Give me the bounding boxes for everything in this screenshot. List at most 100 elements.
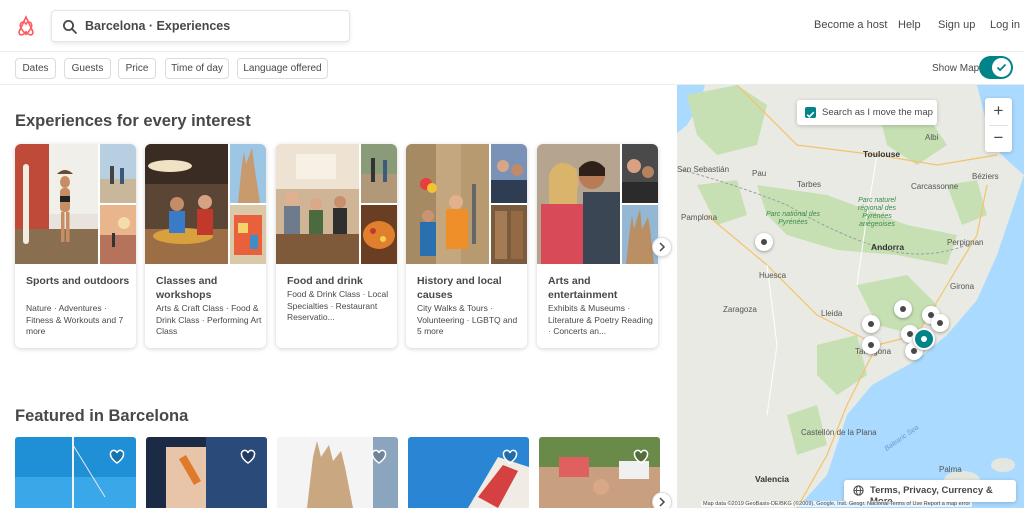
map-label: San Sebastián [677,165,730,174]
card-description: City Walks & Tours · Volunteering · LGBT… [417,303,518,337]
checkbox[interactable] [805,107,816,118]
dates-filter-button[interactable]: Dates [15,58,56,79]
map-label: Parc naturel régional des Pyrénées ariég… [857,197,897,228]
map-label: Girona [950,282,975,291]
search-bar[interactable]: Barcelona · Experiences [51,10,350,42]
category-card-sports[interactable]: Sports and outdoors Nature · Adventures … [15,144,136,348]
listing-image [277,437,398,508]
map-attribution: Map data ©2019 GeoBasis-DE/BKG (©2009), … [701,501,973,507]
map-label: Toulouse [863,149,901,159]
category-card-food[interactable]: Food and drink Food & Drink Class · Loca… [276,144,397,348]
map-label: Castellón de la Plana [801,428,877,437]
map[interactable]: Toulouse Albi Béziers San Sebastián Tarb… [677,85,1024,508]
map-pin[interactable] [755,233,773,251]
map-label: Lleida [821,309,843,318]
chevron-right-icon [659,242,666,252]
map-label: Perpignan [947,238,984,247]
heart-icon[interactable] [502,449,518,465]
check-icon [806,111,815,118]
card-title: Food and drink [287,275,363,287]
sign-up-link[interactable]: Sign up [938,19,975,31]
toggle-knob [992,58,1011,77]
card-image [100,144,136,203]
guests-filter-button[interactable]: Guests [64,58,111,79]
featured-listing[interactable] [15,437,136,508]
map-label: Parc national des Pyrénées [765,211,821,226]
map-label: Béziers [972,172,999,181]
zoom-control: + − [985,98,1012,152]
card-image [230,205,266,264]
zoom-in-button[interactable]: + [985,98,1012,125]
map-pin[interactable] [862,336,880,354]
map-label: Pamplona [681,213,718,222]
listing-image [15,437,136,508]
categories-next-button[interactable] [652,237,672,257]
card-image [361,205,397,264]
heart-icon[interactable] [240,449,256,465]
featured-listing[interactable] [408,437,529,508]
interest-section-title: Experiences for every interest [15,112,251,130]
featured-listing[interactable] [277,437,398,508]
featured-listing[interactable] [146,437,267,508]
search-input[interactable]: Barcelona · Experiences [85,19,230,33]
show-map-toggle[interactable] [979,56,1013,79]
card-image [491,205,527,264]
show-map-label: Show Map [932,63,980,74]
map-pin-selected[interactable] [913,328,935,350]
time-of-day-filter-button[interactable]: Time of day [165,58,229,79]
price-filter-button[interactable]: Price [118,58,156,79]
airbnb-logo-icon[interactable] [14,14,38,38]
map-label: Andorra [871,242,905,252]
category-card-classes[interactable]: Classes and workshops Arts & Craft Class… [145,144,266,348]
heart-icon[interactable] [109,449,125,465]
card-title: History and local causes [417,275,502,301]
map-pin[interactable] [931,314,949,332]
featured-listing[interactable] [539,437,660,508]
map-canvas [677,85,1024,508]
card-title: Classes and workshops [156,275,218,301]
card-image [622,205,658,264]
card-image [406,144,489,264]
card-image [537,144,620,264]
search-as-move-checkbox[interactable]: Search as I move the map [797,100,937,125]
terms-button[interactable]: Terms, Privacy, Currency & More [844,480,1016,507]
card-title: Sports and outdoors [26,275,130,287]
card-description: Food & Drink Class · Local Specialties ·… [287,289,389,323]
map-label: Valencia [755,474,790,484]
zoom-out-button[interactable]: − [985,125,1012,152]
globe-icon [853,485,864,496]
become-host-link[interactable]: Become a host [814,19,887,31]
map-label: Carcassonne [911,182,959,191]
language-filter-button[interactable]: Language offered [237,58,328,79]
card-title: Arts and entertainment [548,275,618,301]
card-image [491,144,527,203]
card-image [622,144,658,203]
card-image [361,144,397,203]
category-card-history[interactable]: History and local causes City Walks & To… [406,144,527,348]
check-icon [996,63,1007,72]
heart-icon[interactable] [633,449,649,465]
help-link[interactable]: Help [898,19,921,31]
card-description: Nature · Adventures · Fitness & Workouts… [26,303,124,337]
map-label: Huesca [759,271,787,280]
search-icon [63,20,77,34]
map-label: Tarbes [797,180,822,189]
listing-image [408,437,529,508]
listing-image [539,437,660,508]
card-image [145,144,228,264]
chevron-right-icon [659,497,666,507]
filter-bar: Dates Guests Price Time of day Language … [0,53,1024,85]
card-image [15,144,98,264]
featured-section-title: Featured in Barcelona [15,407,189,425]
card-image [100,205,136,264]
map-label: Albi [925,133,939,142]
map-pin[interactable] [862,315,880,333]
map-label: Zaragoza [723,305,757,314]
card-image [276,144,359,264]
log-in-link[interactable]: Log in [990,19,1020,31]
featured-next-button[interactable] [652,492,672,508]
heart-icon[interactable] [371,449,387,465]
category-card-arts[interactable]: Arts and entertainment Exhibits & Museum… [537,144,658,348]
map-label: Pau [752,169,767,178]
map-pin[interactable] [894,300,912,318]
